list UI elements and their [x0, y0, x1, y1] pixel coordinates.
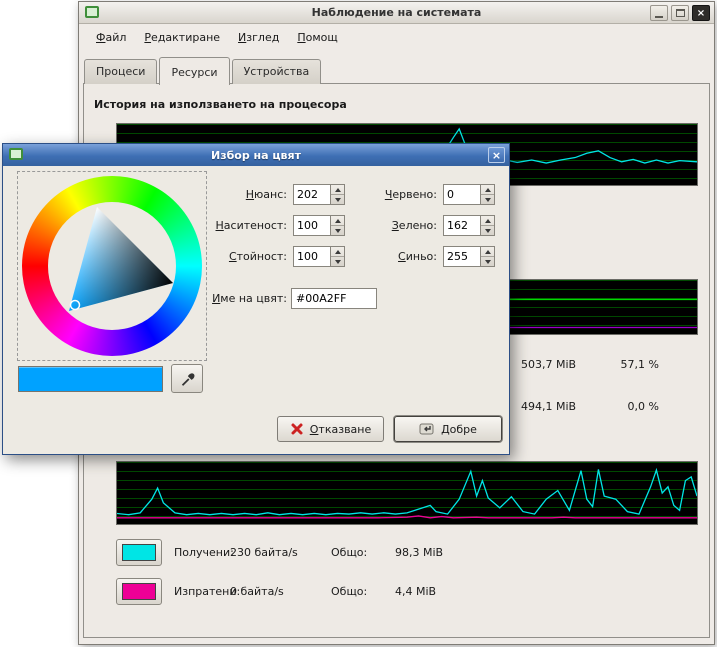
swap-size-value: 494,1 MiB	[521, 400, 576, 413]
dialog-titlebar[interactable]: Избор на цвят ×	[3, 144, 509, 166]
dialog-title: Избор на цвят	[3, 149, 509, 162]
up-arrow-icon	[485, 250, 491, 254]
cpu-history-title: История на използването на процесора	[94, 98, 347, 111]
ok-label: Добре	[441, 423, 477, 436]
red-input[interactable]	[443, 184, 481, 205]
sent-color-button[interactable]	[116, 578, 162, 605]
menu-view[interactable]: Изглед	[229, 27, 288, 48]
sent-total-label: Общо:	[331, 585, 367, 598]
up-arrow-icon	[485, 219, 491, 223]
red-increment-button[interactable]	[481, 185, 494, 195]
menu-edit[interactable]: Редактиране	[135, 27, 229, 48]
sent-total: 4,4 MiB	[395, 585, 436, 598]
color-name-input[interactable]	[291, 288, 377, 309]
dialog-close-button[interactable]: ×	[488, 147, 505, 163]
tab-resources[interactable]: Ресурси	[159, 57, 229, 85]
ok-button[interactable]: Добре	[394, 416, 502, 442]
red-label: Червено:	[303, 188, 437, 201]
tab-devices[interactable]: Устройства	[232, 59, 322, 84]
value-label: Стойност:	[153, 250, 287, 263]
green-decrement-button[interactable]	[481, 226, 494, 235]
cancel-icon	[290, 422, 304, 436]
cancel-label: Отказване	[310, 423, 372, 436]
main-window-title: Наблюдение на системата	[79, 6, 714, 19]
sent-color-swatch	[122, 583, 156, 600]
tab-processes[interactable]: Процеси	[84, 59, 157, 84]
close-button[interactable]: ×	[692, 5, 710, 21]
color-picker-dialog: Избор на цвят ×	[2, 143, 510, 455]
blue-input[interactable]	[443, 246, 481, 267]
hue-label: Нюанс:	[153, 188, 287, 201]
down-arrow-icon	[485, 260, 491, 264]
swap-percent-value: 0,0 %	[599, 400, 659, 413]
received-label: Получени:	[174, 546, 234, 559]
green-input[interactable]	[443, 215, 481, 236]
sent-rate: 0 байта/s	[230, 585, 284, 598]
blue-label: Синьо:	[303, 250, 437, 263]
menubar: Файл Редактиране Изглед Помощ	[81, 25, 712, 49]
desktop: Наблюдение на системата × Файл Редактира…	[0, 0, 717, 647]
saturation-label: Наситеност:	[153, 219, 287, 232]
received-rate: 230 байта/s	[230, 546, 298, 559]
main-titlebar[interactable]: Наблюдение на системата ×	[79, 2, 714, 24]
blue-decrement-button[interactable]	[481, 257, 494, 266]
minimize-button[interactable]	[650, 5, 668, 21]
maximize-icon	[676, 9, 685, 17]
ok-icon	[419, 422, 435, 436]
color-name-label: Име на цвят:	[153, 292, 287, 305]
window-controls: ×	[650, 5, 710, 21]
received-total: 98,3 MiB	[395, 546, 443, 559]
memory-percent-value: 57,1 %	[599, 358, 659, 371]
blue-spinbox	[443, 246, 495, 267]
menu-help[interactable]: Помощ	[288, 27, 346, 48]
green-increment-button[interactable]	[481, 216, 494, 226]
eyedropper-button[interactable]	[171, 364, 203, 393]
minimize-icon	[655, 16, 663, 18]
received-total-label: Общо:	[331, 546, 367, 559]
up-arrow-icon	[485, 188, 491, 192]
blue-increment-button[interactable]	[481, 247, 494, 257]
received-color-button[interactable]	[116, 539, 162, 566]
menu-file[interactable]: Файл	[87, 27, 135, 48]
network-history-chart	[116, 461, 698, 525]
eyedropper-icon	[178, 370, 196, 388]
down-arrow-icon	[485, 198, 491, 202]
cancel-button[interactable]: Отказване	[277, 416, 384, 442]
received-color-swatch	[122, 544, 156, 561]
down-arrow-icon	[485, 229, 491, 233]
green-spinbox	[443, 215, 495, 236]
red-spinbox	[443, 184, 495, 205]
current-color-preview	[18, 366, 163, 392]
red-decrement-button[interactable]	[481, 195, 494, 204]
memory-size-value: 503,7 MiB	[521, 358, 576, 371]
maximize-button[interactable]	[671, 5, 689, 21]
network-chart-lines	[117, 462, 697, 524]
tab-bar: Процеси Ресурси Устройства	[84, 57, 323, 84]
green-label: Зелено:	[303, 219, 437, 232]
